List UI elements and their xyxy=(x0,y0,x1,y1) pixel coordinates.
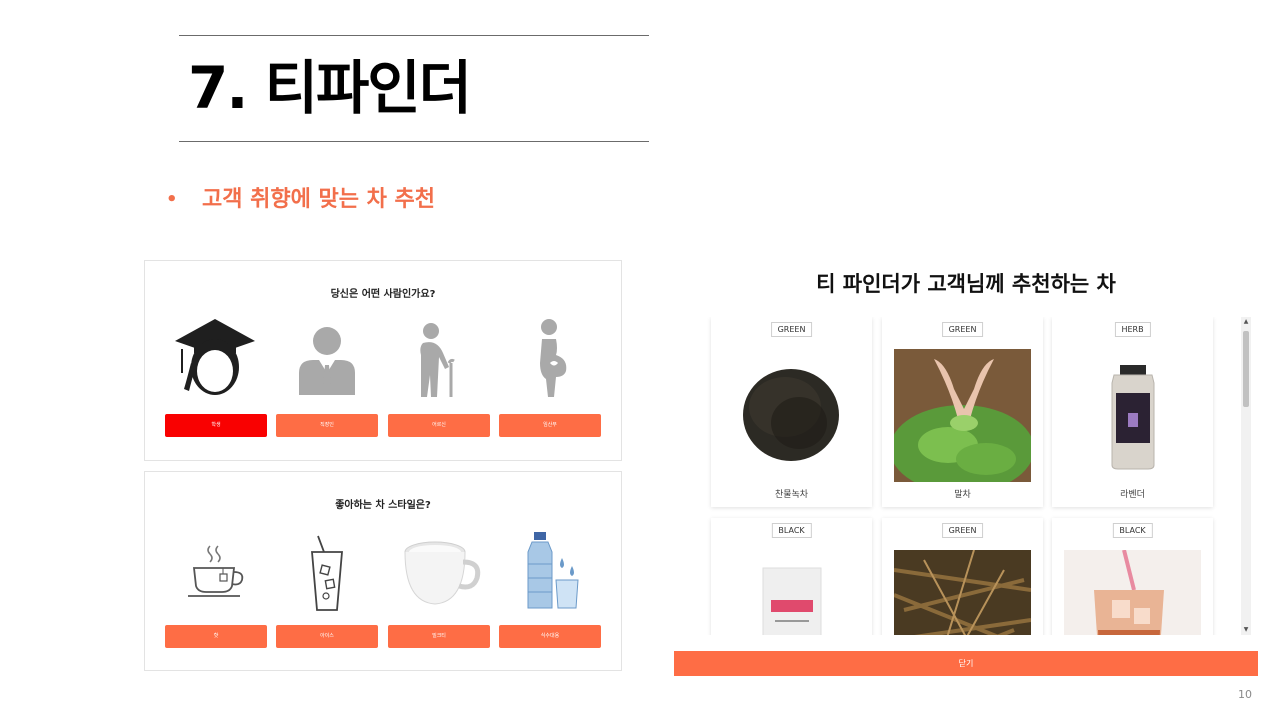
question-title: 당신은 어떤 사람인가요? xyxy=(330,289,436,300)
option-button-student[interactable]: 학생 xyxy=(165,414,267,437)
slide-title: 7. 티파인더 xyxy=(188,54,472,122)
tea-name: 찬물녹차 xyxy=(774,490,809,500)
category-tag: BLACK xyxy=(771,523,812,538)
office-worker-icon[interactable] xyxy=(279,313,375,399)
bullet-dot: • xyxy=(166,189,178,210)
title-bottom-rule xyxy=(179,141,649,142)
tea-image-fresh-leaves xyxy=(894,349,1031,482)
milk-tea-icon[interactable] xyxy=(390,528,486,614)
title-top-rule xyxy=(179,35,649,36)
hot-tea-cup-icon[interactable] xyxy=(167,528,263,614)
bullet-text: 고객 취향에 맞는 차 추천 xyxy=(202,187,436,212)
tea-card[interactable]: GREEN 찬물녹차 xyxy=(711,317,872,507)
tea-card[interactable]: BLACK xyxy=(1052,518,1213,635)
category-tag: BLACK xyxy=(1112,523,1153,538)
option-button-office-worker[interactable]: 직장인 xyxy=(276,414,378,437)
tea-name: 말차 xyxy=(954,490,971,500)
finder-title: 티 파인더가 고객님께 추천하는 차 xyxy=(816,272,1116,296)
option-button-hot[interactable]: 핫 xyxy=(165,625,267,648)
close-button[interactable]: 닫기 xyxy=(674,651,1258,676)
pregnant-woman-icon[interactable] xyxy=(501,313,597,399)
category-tag: GREEN xyxy=(770,322,813,337)
tea-card[interactable]: BLACK xyxy=(711,518,872,635)
scroll-up-arrow-icon[interactable]: ▲ xyxy=(1241,317,1251,327)
category-tag: HERB xyxy=(1114,322,1151,337)
graduate-icon[interactable] xyxy=(167,313,263,399)
survey-panel-persona: 당신은 어떤 사람인가요? 학생 직장인 어르신 임산부 xyxy=(144,260,622,461)
elderly-icon[interactable] xyxy=(390,313,486,399)
scroll-thumb[interactable] xyxy=(1243,331,1249,407)
tea-image-pouch xyxy=(723,550,860,635)
survey-panel-tea-style: 좋아하는 차 스타일은? 핫 아이스 밀크티 식수대용 xyxy=(144,471,622,671)
option-button-elderly[interactable]: 어르신 xyxy=(388,414,490,437)
category-tag: GREEN xyxy=(941,523,984,538)
tea-image-iced-tea xyxy=(1064,550,1201,635)
tea-image-dried-leaves xyxy=(894,550,1031,635)
category-tag: GREEN xyxy=(941,322,984,337)
tea-image-loose-leaf xyxy=(723,349,860,482)
page-number: 10 xyxy=(1238,688,1252,701)
tea-image-lavender-jar xyxy=(1064,349,1201,482)
tea-card[interactable]: HERB 라벤더 xyxy=(1052,317,1213,507)
option-button-water-substitute[interactable]: 식수대용 xyxy=(499,625,601,648)
scroll-down-arrow-icon[interactable]: ▼ xyxy=(1241,625,1251,635)
water-bottle-icon[interactable] xyxy=(501,528,597,614)
option-button-iced[interactable]: 아이스 xyxy=(276,625,378,648)
tea-card[interactable]: GREEN 말차 xyxy=(882,317,1043,507)
option-button-milk-tea[interactable]: 밀크티 xyxy=(388,625,490,648)
tea-name: 라벤더 xyxy=(1120,490,1145,500)
recommendation-grid: GREEN 찬물녹차 GREEN 말차 HERB 라벤더 BLACK GREEN… xyxy=(674,317,1250,635)
iced-drink-icon[interactable] xyxy=(279,528,375,614)
tea-card[interactable]: GREEN xyxy=(882,518,1043,635)
option-button-pregnant[interactable]: 임산부 xyxy=(499,414,601,437)
recommendation-scrollbar[interactable]: ▲ ▼ xyxy=(1241,317,1251,635)
question-title: 좋아하는 차 스타일은? xyxy=(335,500,431,511)
